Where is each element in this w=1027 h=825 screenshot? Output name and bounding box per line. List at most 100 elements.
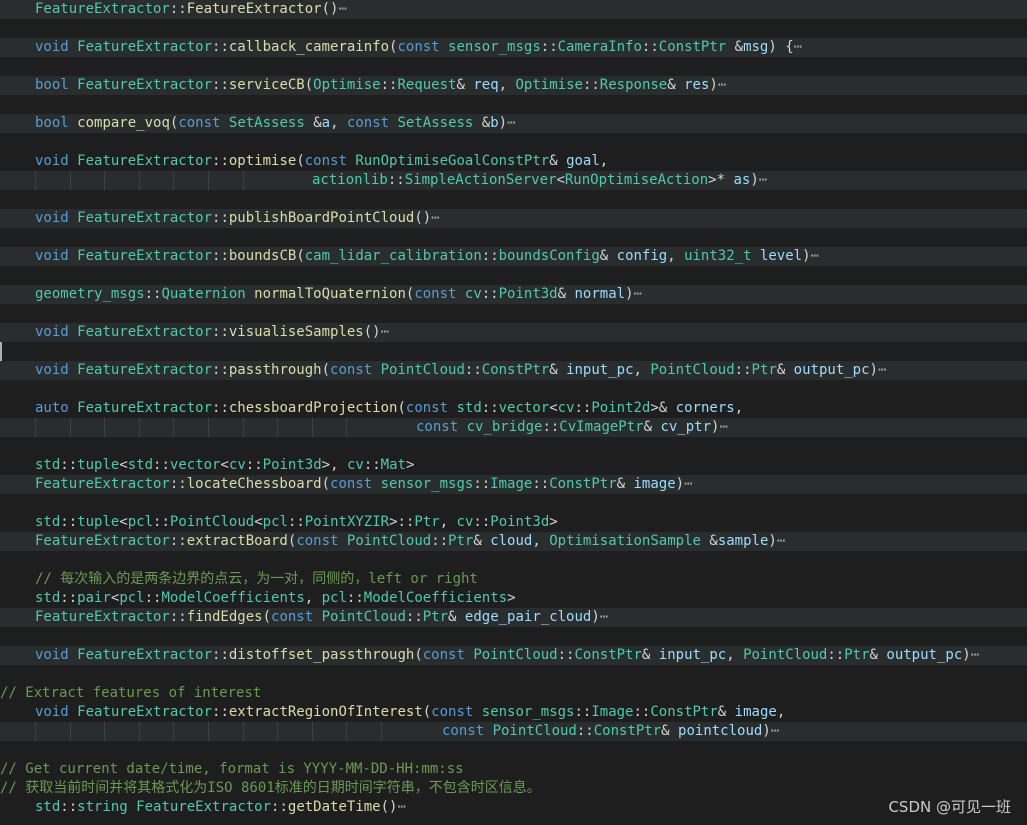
code-token: const (397, 39, 449, 55)
blank-line[interactable] (0, 342, 1027, 361)
code-line[interactable]: void FeatureExtractor::distoffset_passth… (0, 646, 1027, 665)
code-line[interactable]: auto FeatureExtractor::chessboardProject… (0, 399, 1027, 418)
code-token: :: (169, 609, 187, 625)
blank-line[interactable] (0, 19, 1027, 38)
fold-ellipsis-icon[interactable]: ⋯ (759, 172, 767, 188)
code-line[interactable]: std::pair<pcl::ModelCoefficients, pcl::M… (0, 589, 1027, 608)
code-line[interactable]: geometry_msgs::Quaternion normalToQuater… (0, 285, 1027, 304)
code-text: std::tuple<std::vector<cv::Point3d>, cv:… (35, 456, 414, 475)
code-line[interactable]: // 每次输入的是两条边界的点云，为一对，同侧的，left or right (0, 570, 1027, 589)
code-text: void FeatureExtractor::extractRegionOfIn… (35, 703, 785, 722)
fold-ellipsis-icon[interactable]: ⋯ (718, 77, 726, 93)
fold-ellipsis-icon[interactable]: ⋯ (971, 647, 979, 663)
code-token: cv_ptr (660, 419, 712, 435)
code-token: < (220, 457, 229, 473)
code-token: level (759, 248, 803, 264)
blank-line[interactable] (0, 95, 1027, 114)
fold-ellipsis-icon[interactable]: ⋯ (634, 286, 642, 302)
code-line[interactable]: std::tuple<pcl::PointCloud<pcl::PointXYZ… (0, 513, 1027, 532)
blank-line[interactable] (0, 57, 1027, 76)
code-token: :: (169, 1, 187, 17)
code-token: goal (566, 153, 600, 169)
code-line[interactable]: void FeatureExtractor::passthrough(const… (0, 361, 1027, 380)
fold-ellipsis-icon[interactable]: ⋯ (397, 799, 405, 815)
code-token: edge_pair_cloud (464, 609, 592, 625)
code-token: Mat (380, 457, 406, 473)
code-line[interactable]: FeatureExtractor::findEdges(const PointC… (0, 608, 1027, 627)
fold-ellipsis-icon[interactable]: ⋯ (684, 476, 692, 492)
code-line[interactable]: void FeatureExtractor::publishBoardPoint… (0, 209, 1027, 228)
code-line[interactable]: // Extract features of interest (0, 684, 1027, 703)
code-token: ConstPtr (549, 476, 617, 492)
code-token: ) (498, 115, 508, 131)
code-line[interactable]: const PointCloud::ConstPtr& pointcloud)⋯ (0, 722, 1027, 741)
code-line[interactable]: actionlib::SimpleActionServer<RunOptimis… (0, 171, 1027, 190)
code-token: getDateTime (287, 799, 381, 815)
blank-line[interactable] (0, 304, 1027, 323)
code-line[interactable]: std::string FeatureExtractor::getDateTim… (0, 798, 1027, 817)
code-token: FeatureExtractor (77, 400, 213, 416)
code-line[interactable]: void FeatureExtractor::optimise(const Ru… (0, 152, 1027, 171)
code-token: sensor_msgs (448, 39, 541, 55)
code-line[interactable]: // Get current date/time, format is YYYY… (0, 760, 1027, 779)
fold-ellipsis-icon[interactable]: ⋯ (338, 1, 346, 17)
blank-line[interactable] (0, 380, 1027, 399)
code-token: distoffset_passthrough (228, 647, 415, 663)
blank-line[interactable] (0, 266, 1027, 285)
blank-line[interactable] (0, 551, 1027, 570)
code-line[interactable]: void FeatureExtractor::callback_camerain… (0, 38, 1027, 57)
indent-guide (311, 722, 313, 741)
blank-line[interactable] (0, 437, 1027, 456)
code-token: PointCloud (492, 723, 577, 739)
code-line[interactable]: void FeatureExtractor::boundsCB(cam_lida… (0, 247, 1027, 266)
code-text: std::tuple<pcl::PointCloud<pcl::PointXYZ… (35, 513, 558, 532)
code-token: :: (60, 590, 78, 606)
code-line[interactable]: bool FeatureExtractor::serviceCB(Optimis… (0, 76, 1027, 95)
code-text: // 每次输入的是两条边界的点云，为一对，同侧的，left or right (35, 570, 478, 589)
blank-line[interactable] (0, 494, 1027, 513)
code-line[interactable]: std::tuple<std::vector<cv::Point3d>, cv:… (0, 456, 1027, 475)
code-token: // 获取当前时间并将其格式化为ISO 8601标准的日期时间字符串，不包含时区… (0, 780, 541, 796)
code-token: vector (498, 400, 550, 416)
code-token: SetAssess (397, 115, 482, 131)
code-line[interactable]: FeatureExtractor::FeatureExtractor()⋯ (0, 0, 1027, 19)
code-editor[interactable]: FeatureExtractor::FeatureExtractor()⋯voi… (0, 0, 1027, 825)
code-token: & (734, 39, 744, 55)
code-line[interactable]: FeatureExtractor::extractBoard(const Poi… (0, 532, 1027, 551)
code-token: CvImagePtr (559, 419, 644, 435)
code-token: uint32_t (684, 248, 760, 264)
code-token: void (35, 153, 78, 169)
fold-ellipsis-icon[interactable]: ⋯ (777, 533, 785, 549)
code-line[interactable]: void FeatureExtractor::extractRegionOfIn… (0, 703, 1027, 722)
blank-line[interactable] (0, 190, 1027, 209)
code-line[interactable]: bool compare_voq(const SetAssess &a, con… (0, 114, 1027, 133)
code-token: :: (60, 457, 78, 473)
code-line[interactable]: void FeatureExtractor::visualiseSamples(… (0, 323, 1027, 342)
fold-ellipsis-icon[interactable]: ⋯ (794, 39, 802, 55)
fold-ellipsis-icon[interactable]: ⋯ (431, 210, 439, 226)
code-token: sample (717, 533, 769, 549)
fold-ellipsis-icon[interactable]: ⋯ (878, 362, 886, 378)
code-text: FeatureExtractor::extractBoard(const Poi… (35, 532, 785, 551)
code-token: & (643, 419, 661, 435)
blank-line[interactable] (0, 228, 1027, 247)
code-token: , (633, 362, 651, 378)
blank-line[interactable] (0, 665, 1027, 684)
code-line[interactable]: const cv_bridge::CvImagePtr& cv_ptr)⋯ (0, 418, 1027, 437)
blank-line[interactable] (0, 741, 1027, 760)
fold-ellipsis-icon[interactable]: ⋯ (811, 248, 819, 264)
code-token: FeatureExtractor (77, 153, 213, 169)
blank-line[interactable] (0, 133, 1027, 152)
fold-ellipsis-icon[interactable]: ⋯ (771, 723, 779, 739)
indent-guide (208, 171, 209, 190)
fold-ellipsis-icon[interactable]: ⋯ (719, 419, 727, 435)
fold-ellipsis-icon[interactable]: ⋯ (507, 115, 515, 131)
watermark: CSDN @可见一班 (888, 798, 1011, 816)
code-token: passthrough (228, 362, 322, 378)
fold-ellipsis-icon[interactable]: ⋯ (600, 609, 608, 625)
code-token: , (734, 400, 744, 416)
fold-ellipsis-icon[interactable]: ⋯ (381, 324, 389, 340)
blank-line[interactable] (0, 627, 1027, 646)
code-line[interactable]: // 获取当前时间并将其格式化为ISO 8601标准的日期时间字符串，不包含时区… (0, 779, 1027, 798)
code-line[interactable]: FeatureExtractor::locateChessboard(const… (0, 475, 1027, 494)
